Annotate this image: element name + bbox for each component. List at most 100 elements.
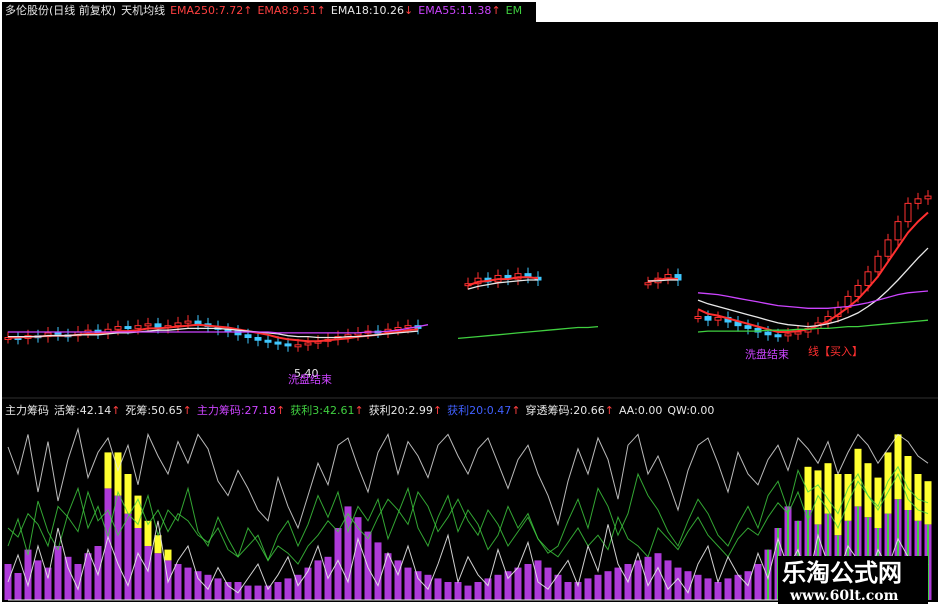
chip-bar [34,560,42,600]
header-item: 主力筹码:27.18 [197,403,276,417]
upper-header: 多伦股份(日线 前复权) 天机均线 EMA250:7.72↑ EMA8:9.51↑ EM… [5,3,522,17]
watermark-url: www.60lt.com [789,588,899,604]
chip-bar [544,567,552,600]
chip-bar [14,573,22,600]
candle-body [714,316,722,321]
chip-bar [314,560,322,600]
chip-bar [474,582,482,600]
candle-body [764,331,772,336]
candle-body [854,285,862,297]
chip-bar [114,495,122,600]
candle-body [924,195,932,200]
chip-bar [74,564,82,600]
candle-body [644,282,652,286]
candle-body [134,325,142,329]
chip-bar [494,574,502,600]
chip-bar [194,571,202,600]
candle-body [874,255,882,273]
chip-bar [174,564,182,600]
header-arrow: ↑ [433,404,442,417]
penetration-bar [164,549,172,561]
candle-body [784,333,792,337]
chip-bar [464,585,472,600]
penetration-bar [924,481,932,525]
header-arrow: ↑ [317,4,326,17]
chip-bar [734,574,742,600]
candle-body [174,322,182,327]
candle-body [894,221,902,241]
penetration-bar [914,474,922,521]
chip-bar [454,582,462,600]
penetration-bar [104,452,112,489]
header-item: EMA250:7.72 [170,4,243,17]
chip-bar [564,582,572,600]
chip-bar [694,574,702,600]
stock-chart: 多伦股份(日线 前复权) 天机均线 EMA250:7.72↑ EMA8:9.51↑ EM… [2,0,945,609]
candle-body [54,332,62,336]
chip-bar [304,567,312,600]
chip-bar [594,574,602,600]
chip-bar [634,560,642,600]
chip-bar [64,556,72,600]
header-item: 主力筹码 [5,403,49,417]
header-item: 获利3:42.61 [290,404,354,417]
chip-bar [604,571,612,600]
chip-bar [664,560,672,600]
chip-bar [524,564,532,600]
chip-bar [704,578,712,600]
lower-header: 主力筹码 活筹:42.14↑ 死筹:50.65↑ 主力筹码:27.18↑ 获利3:42.… [5,403,714,417]
candle-body [264,339,272,343]
chip-bar [254,585,262,600]
chip-bar [124,513,132,600]
chip-bar [654,553,662,600]
chip-bar [414,571,422,600]
penetration-bar [114,452,122,496]
chip-bar [424,574,432,600]
header-item: EMA18:10.26 [331,4,404,17]
candle-body [244,334,252,339]
candle-body [864,271,872,286]
washout-end-label-2: 洗盘结束 [745,347,789,361]
chip-bar [354,517,362,600]
candle-body [114,326,122,330]
header-arrow: ↑ [354,404,363,417]
chip-bar [714,582,722,600]
chip-bar [244,585,252,600]
chip-bar [724,578,732,600]
candle-body [184,320,192,324]
header-item: 穿透筹码:20.66 [526,403,605,417]
header-item: 活筹:42.14 [54,403,111,417]
candle-body [404,325,412,329]
top-right-blank [536,0,945,22]
candle-body [774,334,782,338]
header-arrow: ↑ [276,404,285,417]
chip-bar [444,582,452,600]
header-item: 天机均线 [121,3,165,17]
chip-bar [584,578,592,600]
header-arrow: ↑ [511,404,520,417]
candle-body [704,316,712,321]
header-arrow: ↑ [183,404,192,417]
chip-bar [54,546,62,600]
header-arrow: ↑ [243,4,252,17]
candle-body [154,323,162,328]
candle-body [124,326,132,330]
chip-bar [154,553,162,600]
chip-bar [674,567,682,600]
candle-body [744,325,752,329]
header-item: 多伦股份(日线 前复权) [5,3,116,17]
header-arrow: ↑ [605,404,614,417]
candle-body [294,344,302,348]
header-item: 获利20:0.47 [447,404,511,417]
watermark: 乐淘公式网 www.60lt.com [778,556,928,604]
candle-body [274,341,282,345]
chip-bar [404,567,412,600]
header-item: AA:0.00 [619,404,662,417]
right-blank [938,140,945,609]
header-item: EMA55:11.38 [418,4,491,17]
chip-bar [754,564,762,600]
chip-bar [374,542,382,600]
candle-body [304,342,312,346]
penetration-bar [884,452,892,514]
header-item: EM [506,4,522,17]
